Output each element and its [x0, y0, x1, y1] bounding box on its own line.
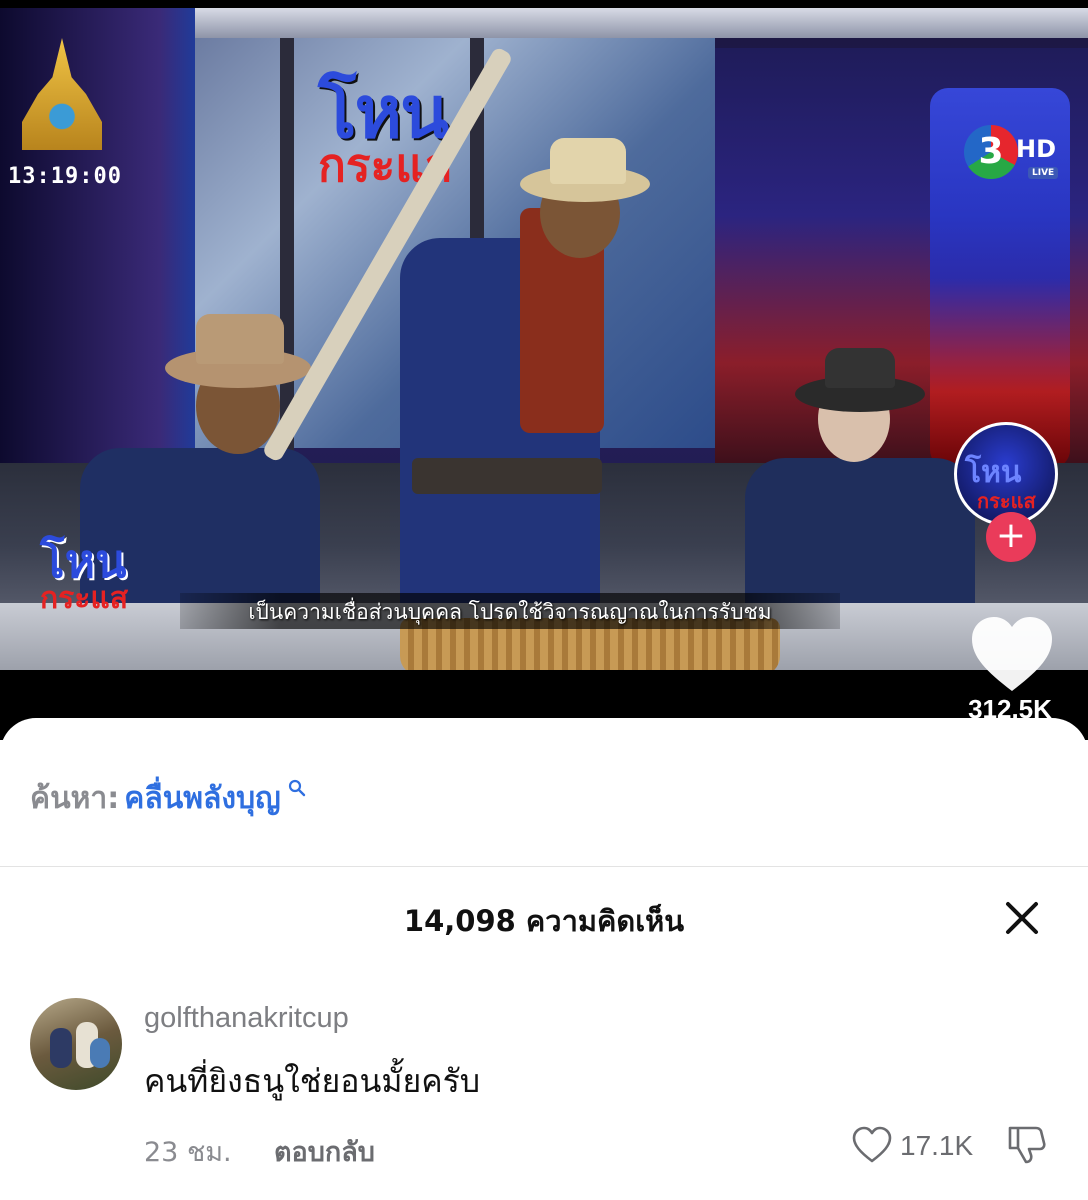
follow-button[interactable]: +: [986, 512, 1036, 562]
studio-ceiling: [195, 8, 1088, 38]
show-logo-lower: โหน กระแส: [40, 538, 190, 638]
heart-icon[interactable]: [970, 615, 1054, 693]
video-player[interactable]: โหน กระแส โหน กระแส เป็นความเชื่อส่วนบุค…: [0, 0, 1088, 740]
commenter-avatar[interactable]: [30, 998, 122, 1090]
comment-username[interactable]: golfthanakritcup: [144, 1002, 349, 1035]
reply-button[interactable]: ตอบกลับ: [274, 1130, 375, 1173]
comments-count-title: 14,098 ความคิดเห็น: [403, 904, 685, 938]
broadcast-clock: 13:19:00: [8, 164, 122, 189]
heart-icon[interactable]: [852, 1126, 892, 1164]
channel-number: 3: [978, 131, 1004, 172]
thumbs-down-icon[interactable]: [1004, 1122, 1048, 1166]
comment-item: golfthanakritcup คนที่ยิงธนูใช่ยอนมั้ยคร…: [0, 990, 1088, 1180]
close-icon[interactable]: [1000, 896, 1044, 940]
studio-pillar: [280, 38, 294, 458]
lower-logo-line1: โหน: [40, 534, 127, 588]
channel-hd: HD: [1016, 135, 1057, 163]
comment-like-count: 17.1K: [900, 1130, 974, 1161]
search-suggestion[interactable]: ค้นหา: คลื่นพลังบุญ: [30, 775, 306, 816]
lower-logo-line2: กระแส: [40, 581, 129, 616]
comment-text: คนที่ยิงธนูใช่ยอนมั้ยครับ: [144, 1062, 481, 1100]
video-subtitle: เป็นความเชื่อส่วนบุคคล โปรดใช้วิจารณญาณใ…: [248, 600, 772, 624]
comment-time: 23 ชม.: [144, 1137, 232, 1168]
video-frame: โหน กระแส โหน กระแส เป็นความเชื่อส่วนบุค…: [0, 8, 1088, 670]
search-prefix: ค้นหา:: [30, 781, 120, 816]
search-icon: [288, 779, 305, 797]
search-term[interactable]: คลื่นพลังบุญ: [124, 781, 280, 816]
studio-background-left: [0, 8, 200, 468]
divider: [0, 866, 1088, 867]
channel-3-icon: 3: [964, 125, 1018, 179]
live-badge: LIVE: [1028, 167, 1059, 179]
creator-avatar[interactable]: โหน กระแส: [954, 422, 1058, 526]
channel-logo: 3 HD LIVE: [964, 123, 1072, 183]
